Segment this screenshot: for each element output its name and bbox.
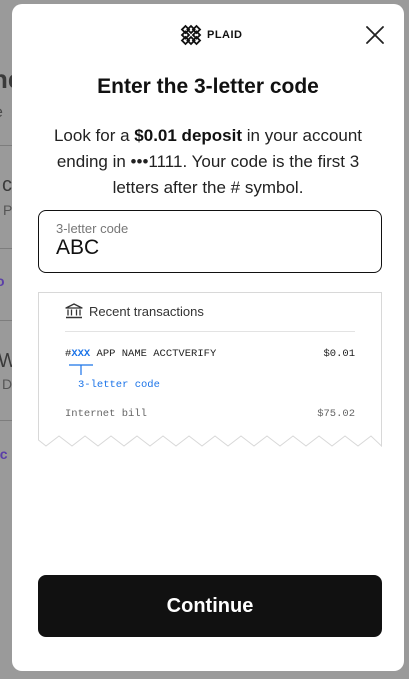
transaction-description: Internet bill bbox=[65, 408, 147, 420]
transaction-amount: $0.01 bbox=[323, 348, 355, 360]
bg-divider bbox=[0, 320, 12, 321]
page-title: Enter the 3-letter code bbox=[97, 75, 319, 98]
code-field[interactable]: 3-letter code bbox=[38, 210, 382, 273]
receipt-divider bbox=[65, 331, 355, 332]
close-button[interactable] bbox=[364, 24, 386, 46]
instructions-text: Look for a $0.01 deposit in your account… bbox=[38, 123, 378, 201]
plaid-logo: PLAID bbox=[180, 24, 243, 46]
code-input[interactable] bbox=[56, 236, 364, 260]
code-bracket-icon bbox=[69, 364, 93, 375]
continue-button[interactable]: Continue bbox=[38, 575, 382, 637]
transaction-amount: $75.02 bbox=[317, 408, 355, 420]
bg-text-fragment: D bbox=[2, 376, 13, 392]
instructions-deposit-amount: $0.01 deposit bbox=[134, 126, 243, 145]
bg-text-fragment: P bbox=[3, 202, 13, 218]
bg-link-fragment[interactable]: o bbox=[0, 273, 5, 289]
plaid-logo-icon bbox=[180, 24, 202, 46]
bg-divider bbox=[0, 145, 12, 146]
bg-link-fragment[interactable]: cc bbox=[0, 446, 8, 462]
transaction-description: APP NAME ACCTVERIFY bbox=[90, 348, 217, 360]
bank-icon bbox=[65, 303, 83, 319]
bg-text-fragment: c bbox=[2, 174, 12, 196]
verification-modal: PLAID Enter the 3-letter code Look for a… bbox=[12, 4, 404, 671]
bg-divider bbox=[0, 248, 12, 249]
sample-receipt: Recent transactions #XXX APP NAME ACCTVE… bbox=[38, 292, 382, 448]
receipt-header: Recent transactions bbox=[65, 303, 204, 319]
code-annotation: 3-letter code bbox=[78, 379, 160, 391]
transaction-row: #XXX APP NAME ACCTVERIFY bbox=[65, 348, 216, 360]
plaid-logo-text: PLAID bbox=[207, 29, 243, 41]
close-icon bbox=[366, 26, 384, 44]
bg-divider bbox=[0, 420, 12, 421]
code-field-label: 3-letter code bbox=[56, 221, 129, 236]
transaction-code-placeholder: XXX bbox=[71, 348, 91, 360]
bg-text-fragment: e bbox=[0, 104, 3, 122]
instructions-part1: Look for a bbox=[53, 126, 135, 145]
receipt-title: Recent transactions bbox=[89, 303, 204, 319]
